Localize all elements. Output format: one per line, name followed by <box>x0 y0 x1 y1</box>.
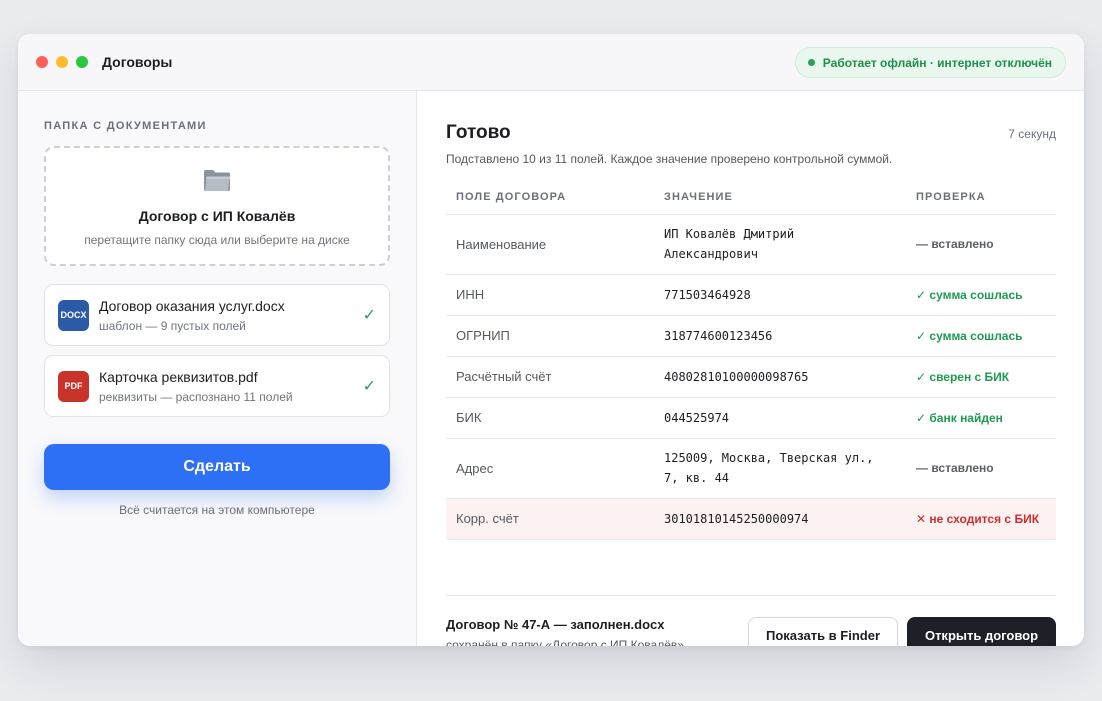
file-name: Карточка реквизитов.pdf <box>99 368 258 385</box>
field-name-cell: ИНН <box>446 274 654 316</box>
file-info: Карточка реквизитов.pdf реквизиты — расп… <box>99 369 293 404</box>
field-name-cell: Корр. счёт <box>446 498 654 540</box>
field-name-cell: БИК <box>446 397 654 439</box>
pdf-file-icon: PDF <box>58 370 89 402</box>
make-button[interactable]: Сделать <box>44 444 390 490</box>
table-row: Адрес 125009, Москва, Тверская ул., 7, кв… <box>446 438 1056 499</box>
documents-folder-label: ПАПКА С ДОКУМЕНТАМИ <box>44 120 207 132</box>
table-row: Расчётный счёт 40802810100000098765 ✓ свер… <box>446 356 1056 398</box>
field-value-cell: 318774600123456 <box>654 315 906 357</box>
dropzone-hint: перетащите папку сюда или выберите на ди… <box>84 233 350 247</box>
verification-status-cell: ✓ сверен с БИК <box>906 356 1056 398</box>
local-processing-note: Всё считается на этом компьютере <box>119 503 315 517</box>
file-name: Договор оказания услуг.docx <box>99 297 285 314</box>
column-header-check: ПРОВЕРКА <box>906 181 1056 215</box>
field-value-cell: ИП Ковалёв Дмитрий Александрович <box>654 214 906 275</box>
field-value-cell: 30101810145250000974 <box>654 498 906 540</box>
docx-file-icon: DOCX <box>58 299 89 331</box>
verification-status-cell: — вставлено <box>906 214 1056 275</box>
check-icon: ✓ <box>362 378 376 395</box>
table-row: Наименование ИП Ковалёв Дмитрий Александр… <box>446 214 1056 275</box>
folder-icon <box>204 170 230 191</box>
field-name-cell: Адрес <box>446 438 654 499</box>
table-row: Корр. счёт 30101810145250000974 ✕ не сходи… <box>446 498 1056 540</box>
fields-table-body: Наименование ИП Ковалёв Дмитрий Александр… <box>446 214 1056 540</box>
result-title: Готово <box>446 122 511 143</box>
app-window: Договоры Работает офлайн · интернет откл… <box>18 34 1084 646</box>
verification-status-cell: ✕ не сходится с БИК <box>906 498 1056 540</box>
selected-folder-name: Договор с ИП Ковалёв <box>138 208 296 224</box>
output-location: сохранён в папку «Договор с ИП Ковалёв» <box>446 638 684 646</box>
status-dot-icon <box>807 59 815 66</box>
field-name-cell: ОГРНИП <box>446 315 654 357</box>
table-row: ИНН 771503464928 ✓ сумма сошлась <box>446 274 1056 316</box>
table-row: ОГРНИП 318774600123456 ✓ сумма сошлась <box>446 315 1056 357</box>
field-value-cell: 044525974 <box>654 397 906 439</box>
field-name-cell: Расчётный счёт <box>446 356 654 398</box>
table-row: БИК 044525974 ✓ банк найден <box>446 397 1056 439</box>
open-contract-button[interactable]: Открыть договор <box>907 617 1056 646</box>
file-meta: шаблон — 9 пустых полей <box>99 318 246 333</box>
verification-status-cell: ✓ сумма сошлась <box>906 315 1056 357</box>
minimize-window-button[interactable] <box>56 56 68 68</box>
result-summary: Подставлено 10 из 11 полей. Каждое значе… <box>446 152 893 166</box>
verification-status-cell: ✓ банк найден <box>906 397 1056 439</box>
file-info: Договор оказания услуг.docx шаблон — 9 п… <box>99 298 285 333</box>
source-panel: ПАПКА С ДОКУМЕНТАМИ Договор с ИП Ковалёв… <box>18 91 417 646</box>
offline-status-text: Работает офлайн · интернет отключён <box>822 55 1052 70</box>
elapsed-time: 7 секунд <box>1008 127 1056 141</box>
app-title: Договоры <box>102 54 173 70</box>
result-panel: Готово 7 секунд Подставлено 10 из 11 пол… <box>418 91 1084 646</box>
field-name-cell: Наименование <box>446 214 654 275</box>
show-in-finder-button[interactable]: Показать в Finder <box>748 617 898 646</box>
verification-status-cell: — вставлено <box>906 438 1056 499</box>
column-header-value: ЗНАЧЕНИЕ <box>654 181 906 215</box>
footer-divider <box>446 595 1056 596</box>
verification-status-cell: ✓ сумма сошлась <box>906 274 1056 316</box>
file-card-template[interactable]: DOCX Договор оказания услуг.docx шаблон … <box>44 284 390 346</box>
field-value-cell: 125009, Москва, Тверская ул., 7, кв. 44 <box>654 438 906 499</box>
offline-status-badge: Работает офлайн · интернет отключён <box>794 47 1066 78</box>
close-window-button[interactable] <box>36 56 48 68</box>
field-value-cell: 40802810100000098765 <box>654 356 906 398</box>
column-header-field: ПОЛЕ ДОГОВОРА <box>446 181 654 215</box>
folder-dropzone[interactable]: Договор с ИП Ковалёв перетащите папку сю… <box>44 146 390 266</box>
title-bar: Договоры Работает офлайн · интернет откл… <box>18 34 1084 91</box>
zoom-window-button[interactable] <box>76 56 88 68</box>
check-icon: ✓ <box>362 307 376 324</box>
output-file-name: Договор № 47-А — заполнен.docx <box>446 617 665 632</box>
fields-table: ПОЛЕ ДОГОВОРА ЗНАЧЕНИЕ ПРОВЕРКА Наименов… <box>446 181 1056 540</box>
field-value-cell: 771503464928 <box>654 274 906 316</box>
table-header-row: ПОЛЕ ДОГОВОРА ЗНАЧЕНИЕ ПРОВЕРКА <box>446 181 1056 215</box>
file-card-requisites[interactable]: PDF Карточка реквизитов.pdf реквизиты — … <box>44 355 390 417</box>
window-controls <box>36 56 88 68</box>
file-meta: реквизиты — распознано 11 полей <box>99 389 293 404</box>
